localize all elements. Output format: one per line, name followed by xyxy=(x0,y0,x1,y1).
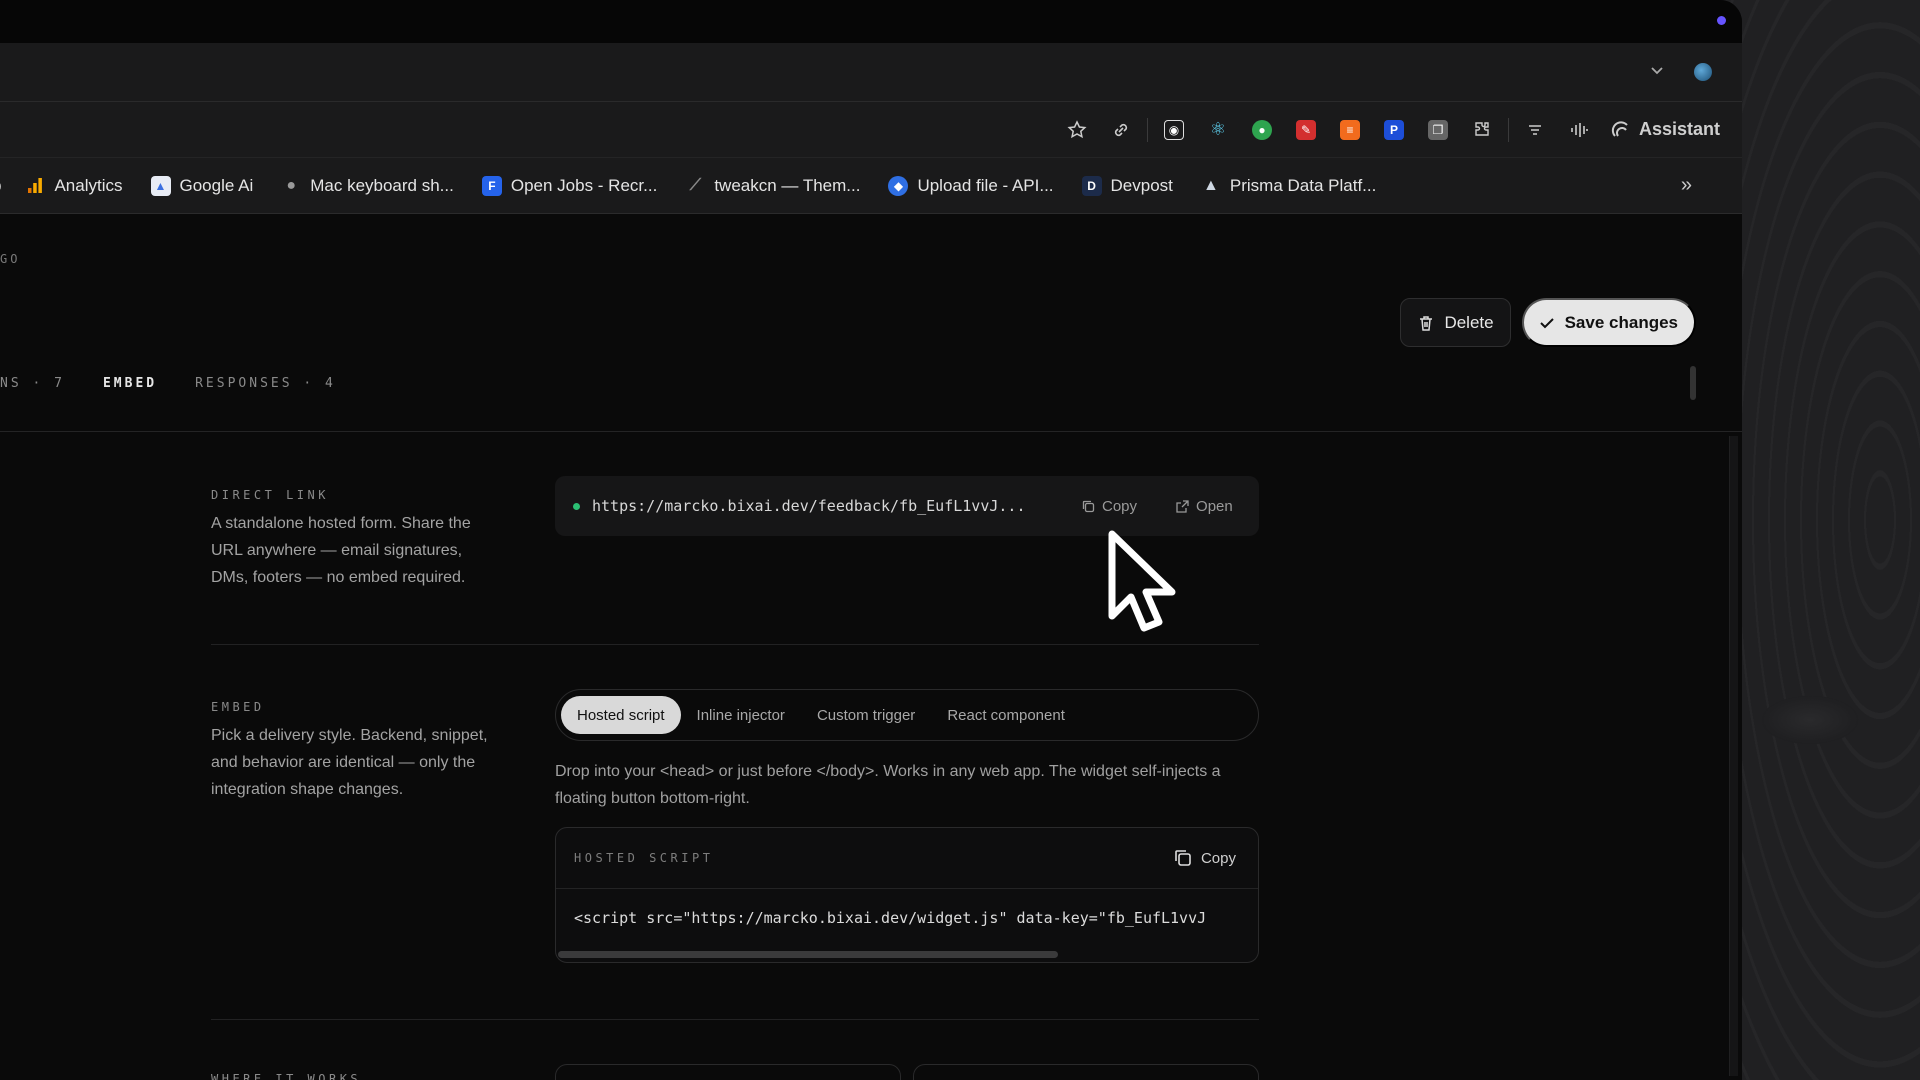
option-hosted-script[interactable]: Hosted script xyxy=(561,696,681,734)
header-divider xyxy=(0,431,1742,432)
tabs-scroll-indicator xyxy=(1690,366,1696,400)
prisma-icon: ▲ xyxy=(1202,176,1219,194)
bookmark-open-jobs[interactable]: F Open Jobs - Recr... xyxy=(481,175,657,196)
direct-link-section: DIRECT LINK A standalone hosted form. Sh… xyxy=(211,488,501,591)
direct-link-bar: https://marcko.bixai.dev/feedback/fb_Euf… xyxy=(555,476,1259,536)
tab-strip xyxy=(0,43,1742,102)
live-status-dot-icon xyxy=(573,502,580,510)
google-ai-icon: ▲ xyxy=(150,175,171,196)
save-changes-button[interactable]: Save changes xyxy=(1521,298,1696,347)
browser-window: ◉ ⚛ ● ✎ ≡ P ❐ Assistant b Analytics xyxy=(0,0,1742,1080)
mouse-pointer-icon xyxy=(1108,530,1176,632)
p2-extension-icon[interactable]: P xyxy=(1372,108,1416,152)
assistant-icon xyxy=(1611,120,1628,137)
tab-questions[interactable]: NS · 7 xyxy=(0,376,65,391)
option-react-component[interactable]: React component xyxy=(931,696,1081,734)
open-link-button[interactable]: Open xyxy=(1175,498,1233,515)
where-it-works-section: WHERE IT WORKS xyxy=(211,1072,361,1080)
bookmark-mac-keyboard[interactable]: ● Mac keyboard sh... xyxy=(281,176,453,196)
where-it-works-label: WHERE IT WORKS xyxy=(211,1072,362,1080)
embed-code-snippet[interactable]: <script src="https://marcko.bixai.dev/wi… xyxy=(556,889,1258,927)
toolbar-separator xyxy=(1146,117,1148,142)
tweakcn-icon: ⟋ xyxy=(689,176,701,194)
toolbar-separator xyxy=(1507,117,1509,142)
platform-card[interactable] xyxy=(555,1064,901,1080)
bookmark-tweakcn[interactable]: ⟋ tweakcn — Them... xyxy=(685,176,861,196)
section-divider xyxy=(211,1019,1259,1020)
bookmarks-bar: b Analytics ▲ Google Ai ● Mac keyboard s… xyxy=(0,158,1742,214)
more-bookmarks-icon[interactable]: » xyxy=(1681,174,1692,197)
red-extension-icon[interactable]: ✎ xyxy=(1284,108,1328,152)
code-horizontal-scrollbar[interactable] xyxy=(558,951,1058,958)
bookmark-analytics[interactable]: Analytics xyxy=(25,176,123,196)
section-divider xyxy=(211,644,1259,645)
option-custom-trigger[interactable]: Custom trigger xyxy=(801,696,931,734)
audio-wave-icon[interactable] xyxy=(1557,108,1601,152)
green-extension-icon[interactable]: ● xyxy=(1240,108,1284,152)
vertical-scrollbar[interactable] xyxy=(1729,436,1738,1076)
bookmark-devpost[interactable]: D Devpost xyxy=(1081,175,1173,196)
robot-extension-icon[interactable]: ◉ xyxy=(1152,108,1196,152)
bookmark-upload-file[interactable]: ◆ Upload file - API... xyxy=(888,175,1054,196)
embed-style-selector: Hosted script Inline injector Custom tri… xyxy=(555,689,1259,741)
jobs-icon: F xyxy=(481,175,502,196)
section-tabs: NS · 7 EMBED RESPONSES · 4 xyxy=(0,376,336,391)
bookmark-google-ai[interactable]: ▲ Google Ai xyxy=(150,175,253,196)
code-box-label: HOSTED SCRIPT xyxy=(574,851,714,865)
direct-link-label: DIRECT LINK xyxy=(211,488,329,502)
embed-description: Pick a delivery style. Backend, snippet,… xyxy=(211,727,488,798)
bookmark-star-icon[interactable] xyxy=(1055,108,1099,152)
assistant-button[interactable]: Assistant xyxy=(1611,119,1720,140)
orange-extension-icon[interactable]: ≡ xyxy=(1328,108,1372,152)
embed-hint: Drop into your <head> or just before </b… xyxy=(555,763,1221,807)
check-icon xyxy=(1539,317,1554,328)
delete-button[interactable]: Delete xyxy=(1400,298,1511,347)
hosted-script-box: HOSTED SCRIPT Copy <script src="https://… xyxy=(555,827,1259,963)
assistant-label: Assistant xyxy=(1638,119,1720,139)
title-bar xyxy=(0,0,1742,43)
embed-label: EMBED xyxy=(211,700,265,714)
upload-icon: ◆ xyxy=(888,175,909,196)
trash-icon xyxy=(1420,315,1433,331)
copy-icon xyxy=(1082,500,1095,512)
direct-link-description: A standalone hosted form. Share the URL … xyxy=(211,515,471,586)
react-devtools-icon[interactable]: ⚛ xyxy=(1196,108,1240,152)
page-actions: Delete Save changes xyxy=(1400,298,1696,347)
link-icon[interactable] xyxy=(1099,108,1143,152)
reading-list-icon[interactable] xyxy=(1513,108,1557,152)
browser-toolbar: ◉ ⚛ ● ✎ ≡ P ❐ Assistant xyxy=(0,102,1742,158)
copy-link-button[interactable]: Copy xyxy=(1081,498,1137,515)
code-box-header: HOSTED SCRIPT Copy xyxy=(556,828,1258,889)
profile-avatar[interactable] xyxy=(1694,63,1712,81)
bookmark-truncated[interactable]: b xyxy=(0,176,1,196)
platform-card[interactable] xyxy=(913,1064,1259,1080)
external-link-icon xyxy=(1176,499,1189,513)
tab-responses[interactable]: RESPONSES · 4 xyxy=(195,376,336,391)
copy-code-button[interactable]: Copy xyxy=(1173,848,1236,868)
tab-embed[interactable]: EMBED xyxy=(103,376,157,391)
devpost-icon: D xyxy=(1081,175,1102,196)
copy-extension-icon[interactable]: ❐ xyxy=(1416,108,1460,152)
tab-list-chevron-icon[interactable] xyxy=(1648,61,1668,81)
embed-section: EMBED Pick a delivery style. Backend, sn… xyxy=(211,700,501,803)
analytics-icon xyxy=(25,176,45,196)
copy-icon xyxy=(1175,850,1191,866)
breadcrumb: GO xyxy=(0,252,21,266)
puzzle-extensions-icon[interactable] xyxy=(1460,108,1504,152)
apple-icon: ● xyxy=(286,176,297,194)
status-dot-icon xyxy=(1717,16,1726,25)
direct-link-url[interactable]: https://marcko.bixai.dev/feedback/fb_Euf… xyxy=(592,497,1047,515)
bookmark-prisma[interactable]: ▲ Prisma Data Platf... xyxy=(1201,176,1376,196)
option-inline-injector[interactable]: Inline injector xyxy=(681,696,801,734)
